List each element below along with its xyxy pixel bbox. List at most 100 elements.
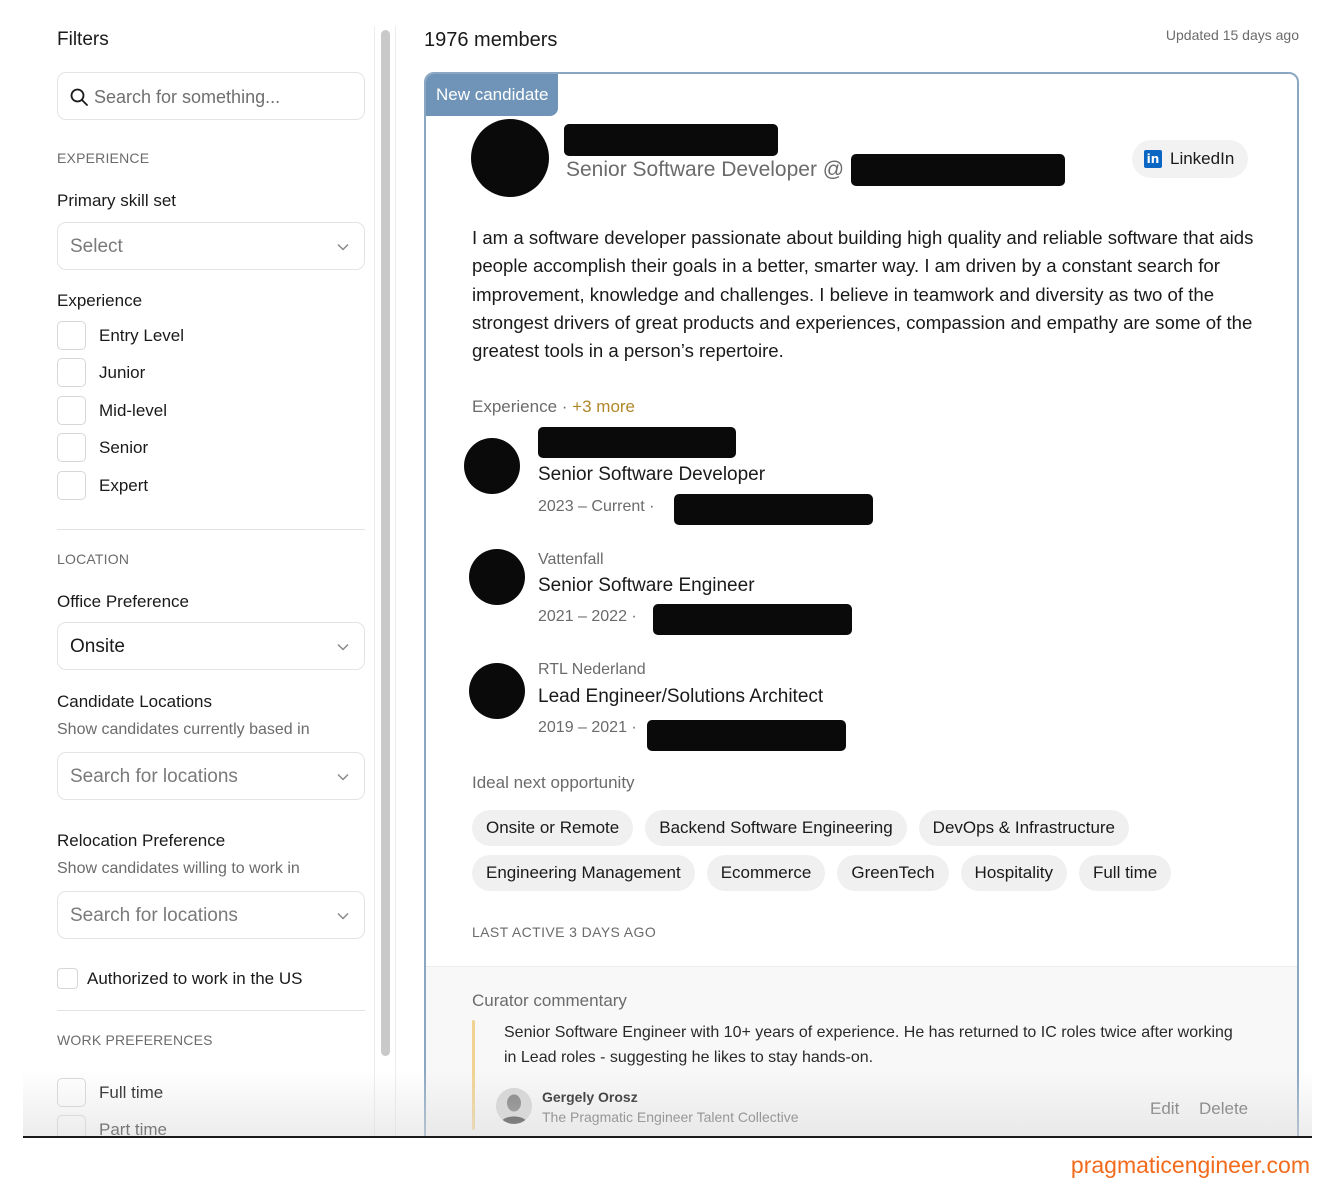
chevron-down-icon — [337, 243, 349, 251]
authorized-us-option[interactable]: Authorized to work in the US — [57, 964, 357, 994]
job-dates: 2019 – 2021 · — [538, 719, 637, 736]
experience-option-entry-level[interactable]: Entry Level — [57, 321, 357, 351]
curator-text: Senior Software Engineer with 10+ years … — [504, 1024, 1233, 1066]
filter-search-input[interactable]: Search for something... — [57, 72, 365, 120]
quote-bar — [472, 1020, 475, 1130]
edit-button[interactable]: Edit — [1150, 1099, 1179, 1119]
new-candidate-badge: New candidate — [426, 74, 559, 116]
author-organization: The Pragmatic Engineer Talent Collective — [542, 1109, 799, 1125]
experience-option-expert[interactable]: Expert — [57, 471, 357, 501]
redacted-company — [851, 154, 1065, 186]
tag-chip: Engineering Management — [472, 855, 695, 891]
curator-commentary: Curator commentary Senior Software Engin… — [426, 966, 1297, 1137]
work-preferences-section-label: WORK PREFERENCES — [57, 1032, 213, 1048]
relocation-preference-help: Show candidates willing to work in — [57, 860, 300, 877]
person-icon — [496, 1088, 532, 1124]
company-logo — [469, 549, 525, 605]
experience-option-mid-level[interactable]: Mid-level — [57, 396, 357, 426]
curator-label: Curator commentary — [472, 991, 627, 1010]
members-count: 1976 members — [424, 29, 558, 51]
chevron-down-icon — [337, 643, 349, 651]
office-preference-value: Onsite — [70, 636, 125, 657]
frame-bottom-border — [23, 1136, 1312, 1138]
checkbox[interactable] — [57, 358, 86, 387]
redacted-location — [674, 494, 873, 525]
author-avatar — [496, 1088, 532, 1124]
experience-label: Experience — [57, 291, 143, 310]
experience-label: Experience · — [472, 397, 568, 416]
checkbox[interactable] — [57, 1115, 86, 1137]
divider — [57, 1010, 365, 1011]
experience-header: Experience · +3 more — [472, 397, 635, 417]
chevron-down-icon — [337, 773, 349, 781]
checkbox[interactable] — [57, 471, 86, 500]
updated-timestamp: Updated 15 days ago — [1165, 27, 1299, 43]
checkbox-label: Authorized to work in the US — [87, 969, 303, 988]
relocation-placeholder: Search for locations — [70, 905, 238, 926]
experience-section-label: EXPERIENCE — [57, 150, 150, 166]
checkbox[interactable] — [57, 968, 78, 989]
location-section-label: LOCATION — [57, 551, 130, 567]
app-frame: Filters Search for something... EXPERIEN… — [23, 0, 1312, 1137]
office-preference-select[interactable]: Onsite — [57, 622, 365, 670]
work-pref-full-time[interactable]: Full time — [57, 1078, 357, 1108]
checkbox-label: Expert — [99, 476, 149, 495]
relocation-preference-select[interactable]: Search for locations — [57, 891, 365, 939]
last-active-status: LAST ACTIVE 3 DAYS AGO — [472, 924, 657, 940]
candidate-locations-label: Candidate Locations — [57, 692, 213, 711]
work-pref-part-time[interactable]: Part time — [57, 1115, 357, 1137]
checkbox-label: Senior — [99, 438, 149, 457]
relocation-preference-label: Relocation Preference — [57, 831, 226, 850]
company-logo — [464, 438, 520, 494]
checkbox-label: Part time — [99, 1120, 168, 1137]
filters-sidebar: Filters Search for something... EXPERIEN… — [57, 0, 365, 1137]
candidate-bio: I am a software developer passionate abo… — [472, 227, 1254, 362]
job-title: Senior Software Engineer — [538, 575, 755, 596]
job-title: Senior Software Developer — [538, 464, 766, 485]
job-dates: 2021 – 2022 · — [538, 608, 637, 625]
job-dates: 2023 – Current · — [538, 498, 655, 515]
experience-option-senior[interactable]: Senior — [57, 433, 357, 463]
watermark: pragmaticengineer.com — [1070, 1152, 1310, 1178]
ideal-opportunity-label: Ideal next opportunity — [472, 773, 635, 792]
candidate-card[interactable]: New candidate Senior Software Developer … — [424, 72, 1299, 1137]
tag-chip: GreenTech — [837, 855, 949, 891]
experience-option-junior[interactable]: Junior — [57, 358, 357, 388]
author-name: Gergely Orosz — [542, 1089, 638, 1105]
primary-skill-select[interactable]: Select — [57, 222, 365, 270]
tag-chip: DevOps & Infrastructure — [918, 810, 1130, 846]
checkbox-label: Mid-level — [99, 401, 168, 420]
checkbox[interactable] — [57, 433, 86, 462]
filters-title: Filters — [57, 29, 109, 50]
company-logo — [469, 663, 525, 719]
primary-skill-label: Primary skill set — [57, 191, 177, 210]
checkbox-label: Full time — [99, 1083, 164, 1102]
chevron-down-icon — [337, 912, 349, 920]
linkedin-button[interactable]: in LinkedIn — [1132, 140, 1249, 178]
checkbox[interactable] — [57, 396, 86, 425]
candidate-headline: Senior Software Developer @ — [566, 158, 845, 181]
scrollbar-thumb[interactable] — [381, 30, 390, 1056]
redacted-location — [653, 604, 852, 635]
opportunity-tags: Onsite or Remote Backend Software Engine… — [472, 810, 1272, 891]
job-company: Vattenfall — [538, 551, 604, 568]
redacted-location — [647, 720, 846, 751]
tag-chip: Ecommerce — [706, 855, 826, 891]
redacted-company — [538, 427, 736, 458]
checkbox[interactable] — [57, 321, 86, 350]
candidate-avatar — [471, 119, 549, 197]
tag-chip: Onsite or Remote — [472, 810, 634, 846]
sidebar-scrollbar[interactable] — [374, 26, 396, 1137]
experience-more-link[interactable]: +3 more — [572, 397, 635, 416]
candidate-locations-select[interactable]: Search for locations — [57, 752, 365, 800]
tag-chip: Hospitality — [960, 855, 1067, 891]
tag-chip: Backend Software Engineering — [645, 810, 907, 846]
job-company: RTL Nederland — [538, 661, 646, 678]
primary-skill-value: Select — [70, 236, 123, 257]
search-icon — [70, 88, 88, 106]
checkbox[interactable] — [57, 1078, 86, 1107]
delete-button[interactable]: Delete — [1199, 1099, 1248, 1119]
candidate-locations-help: Show candidates currently based in — [57, 721, 310, 738]
search-placeholder: Search for something... — [94, 87, 281, 107]
redacted-name — [564, 124, 778, 156]
